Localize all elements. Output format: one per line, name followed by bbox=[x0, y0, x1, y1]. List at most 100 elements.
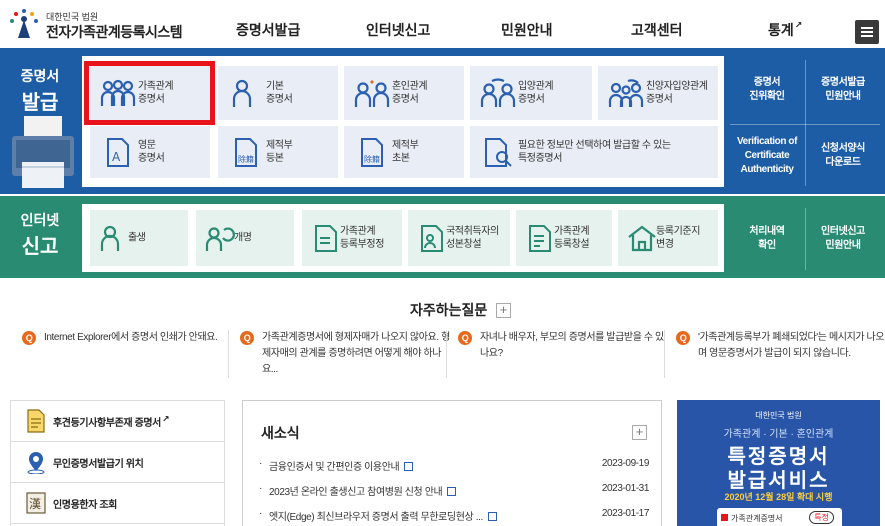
divider bbox=[446, 330, 447, 378]
news-item-title: 2023년 온라인 출생신고 참여병원 신청 안내 bbox=[269, 487, 443, 498]
news-box: 새소식 + · 금융인증서 및 간편인증 이용안내 2023-09-19 · 2… bbox=[242, 400, 662, 526]
banner-headline-2: 발급서비스 bbox=[727, 470, 830, 492]
tile-english-cert[interactable]: A 영문 증명서 bbox=[90, 126, 210, 178]
nav-item-statistics[interactable]: 통계↗ bbox=[768, 20, 802, 40]
logo-name: 전자가족관계등록시스템 bbox=[46, 24, 183, 40]
faq-text: '가족관계등록부가 폐쇄되었다'는 메시지가 나오며 영문증명서가 발급이 되지… bbox=[698, 332, 885, 359]
divider bbox=[664, 330, 665, 378]
selection-highlight-box bbox=[84, 61, 215, 125]
tile-basic-cert[interactable]: 기본 증명서 bbox=[218, 66, 338, 120]
house-icon bbox=[628, 225, 656, 252]
faq-more-button[interactable]: + bbox=[496, 303, 511, 318]
quick-link-label: 후견등기사항부존재 증명서↗ bbox=[53, 414, 170, 429]
quick-link-hanja-lookup[interactable]: 漢 인명용한자 조회 bbox=[11, 483, 224, 524]
quick-link-label: 인명용한자 조회 bbox=[53, 500, 117, 511]
menu-icon-bar bbox=[861, 35, 873, 37]
quick-link-guardianship[interactable]: 후견등기사항부존재 증명서↗ bbox=[11, 401, 224, 442]
link-form-download[interactable]: 신청서양식 다운로드 bbox=[806, 142, 880, 170]
menu-button[interactable] bbox=[855, 20, 879, 44]
tile-label: 국적취득자의 성본창설 bbox=[446, 226, 499, 250]
person-refresh-icon bbox=[205, 227, 235, 251]
news-item-title-wrap: 엣지(Edge) 최신브라우저 증명서 출력 무한로딩현상 ... bbox=[269, 508, 497, 523]
plus-icon: + bbox=[635, 424, 644, 439]
tile-label: 입양관계 증명서 bbox=[518, 81, 554, 105]
attachment-icon bbox=[404, 462, 414, 471]
divider bbox=[228, 330, 229, 378]
id-card-icon bbox=[421, 225, 443, 252]
removed-register-icon: 除籍 bbox=[235, 138, 257, 167]
link-cert-verify[interactable]: 증명서 진위확인 bbox=[730, 76, 804, 104]
faq-text: 자녀나 배우자, 부모의 증명서를 발급받을 수 있나요? bbox=[480, 332, 664, 359]
question-icon: Q bbox=[240, 331, 254, 345]
location-pin-icon bbox=[27, 452, 45, 474]
tile-birth-report[interactable]: 출생 bbox=[90, 210, 188, 266]
news-item-title-wrap: 2023년 온라인 출생신고 참여병원 신청 안내 bbox=[269, 483, 457, 498]
quick-link-kiosk-location[interactable]: 무인증명서발급기 위치 bbox=[11, 442, 224, 483]
plus-icon: + bbox=[499, 302, 508, 317]
tile-label: 제적부 등본 bbox=[266, 140, 293, 164]
svg-text:A: A bbox=[112, 150, 121, 164]
tile-register-creation[interactable]: 가족관계 등록창설 bbox=[516, 210, 612, 266]
news-more-button[interactable]: + bbox=[632, 425, 647, 440]
tile-register-correction[interactable]: 가족관계 등록부정정 bbox=[302, 210, 402, 266]
tile-label: 출생 bbox=[128, 232, 146, 244]
nav-item-report[interactable]: 인터넷신고 bbox=[366, 20, 430, 40]
banner-card-label: 가족관계증명서 bbox=[731, 514, 783, 523]
banner-pill: 특정 bbox=[809, 511, 834, 524]
news-item-date: 2023-09-19 bbox=[601, 458, 650, 469]
banner-card: 가족관계증명서 특정 bbox=[717, 508, 842, 526]
question-icon: Q bbox=[676, 331, 690, 345]
link-report-guide[interactable]: 인터넷신고 민원안내 bbox=[806, 225, 880, 253]
specific-cert-banner[interactable]: 대한민국 법원 가족관계 · 기본 · 혼인관계 특정증명서 발급서비스 202… bbox=[677, 400, 880, 526]
quick-links: 후견등기사항부존재 증명서↗ 무인증명서발급기 위치 漢 인명용한자 조회 bbox=[10, 400, 225, 526]
document-search-icon bbox=[485, 138, 512, 167]
tile-label: 영문 증명서 bbox=[138, 140, 165, 164]
external-link-icon: ↗ bbox=[794, 20, 803, 30]
banner-org: 대한민국 법원 bbox=[755, 411, 802, 420]
bullet: · bbox=[259, 508, 262, 519]
english-document-icon: A bbox=[107, 138, 129, 167]
printer-illustration-icon bbox=[12, 116, 74, 188]
banner-note: 2020년 12월 28일 확대 시행 bbox=[724, 492, 833, 502]
question-icon: Q bbox=[458, 331, 472, 345]
tile-label: 제적부 초본 bbox=[392, 140, 419, 164]
person-icon bbox=[232, 79, 252, 107]
site-logo[interactable]: 대한민국 법원 전자가족관계등록시스템 bbox=[8, 6, 208, 46]
bullet: · bbox=[259, 458, 262, 469]
tile-label: 가족관계 등록창설 bbox=[554, 226, 590, 250]
report-title-line2: 신고 bbox=[21, 236, 59, 258]
tile-name-change[interactable]: 개명 bbox=[196, 210, 294, 266]
adoption-icon bbox=[480, 78, 516, 107]
link-verification-english[interactable]: Verification of Certificate Authenticity bbox=[730, 135, 804, 177]
link-cert-guide[interactable]: 증명서발급 민원안내 bbox=[806, 76, 880, 104]
removed-register-icon: 除籍 bbox=[361, 138, 383, 167]
news-item-title: 엣지(Edge) 최신브라우저 증명서 출력 무한로딩현상 ... bbox=[269, 512, 483, 523]
news-item-date: 2023-01-17 bbox=[601, 508, 650, 519]
cert-title-line1: 증명서 bbox=[20, 68, 60, 84]
link-process-history[interactable]: 처리내역 확인 bbox=[730, 225, 804, 253]
tile-full-adoption-cert[interactable]: 친양자입양관계 증명서 bbox=[598, 66, 718, 120]
nav-item-support[interactable]: 고객센터 bbox=[631, 20, 683, 40]
faq-text: 가족관계증명서에 형제자매가 나오지 않아요. 형제자매의 관계를 증명하려면 … bbox=[262, 332, 450, 375]
document-lines-icon bbox=[529, 225, 551, 252]
tile-specific-cert[interactable]: 필요한 정보만 선택하여 발급할 수 있는 특정증명서 bbox=[470, 126, 718, 178]
banner-subtitle: 가족관계 · 기본 · 혼인관계 bbox=[723, 429, 834, 440]
court-emblem-icon bbox=[10, 9, 38, 38]
tile-marriage-cert[interactable]: 혼인관계 증명서 bbox=[344, 66, 464, 120]
certificate-section-title: 증명서 발급 bbox=[0, 62, 80, 122]
couple-heart-icon bbox=[354, 80, 390, 107]
hanja-book-icon: 漢 bbox=[26, 492, 46, 514]
checkbox-icon bbox=[721, 514, 728, 521]
tile-base-address-change[interactable]: 등록기준지 변경 bbox=[618, 210, 718, 266]
nav-item-guide[interactable]: 민원안내 bbox=[501, 20, 553, 40]
tile-naturalized-surname[interactable]: 국적취득자의 성본창설 bbox=[408, 210, 510, 266]
news-item-title: 금융인증서 및 간편인증 이용안내 bbox=[269, 462, 400, 473]
document-icon bbox=[27, 409, 45, 433]
tile-removed-register-abstract[interactable]: 除籍 제적부 초본 bbox=[344, 126, 464, 178]
tile-adoption-cert[interactable]: 입양관계 증명서 bbox=[470, 66, 592, 120]
question-icon: Q bbox=[22, 331, 36, 345]
document-edit-icon bbox=[315, 225, 337, 252]
cert-title-line2: 발급 bbox=[21, 92, 59, 114]
nav-item-certificate[interactable]: 증명서발급 bbox=[236, 20, 300, 40]
tile-removed-register-copy[interactable]: 除籍 제적부 등본 bbox=[218, 126, 338, 178]
